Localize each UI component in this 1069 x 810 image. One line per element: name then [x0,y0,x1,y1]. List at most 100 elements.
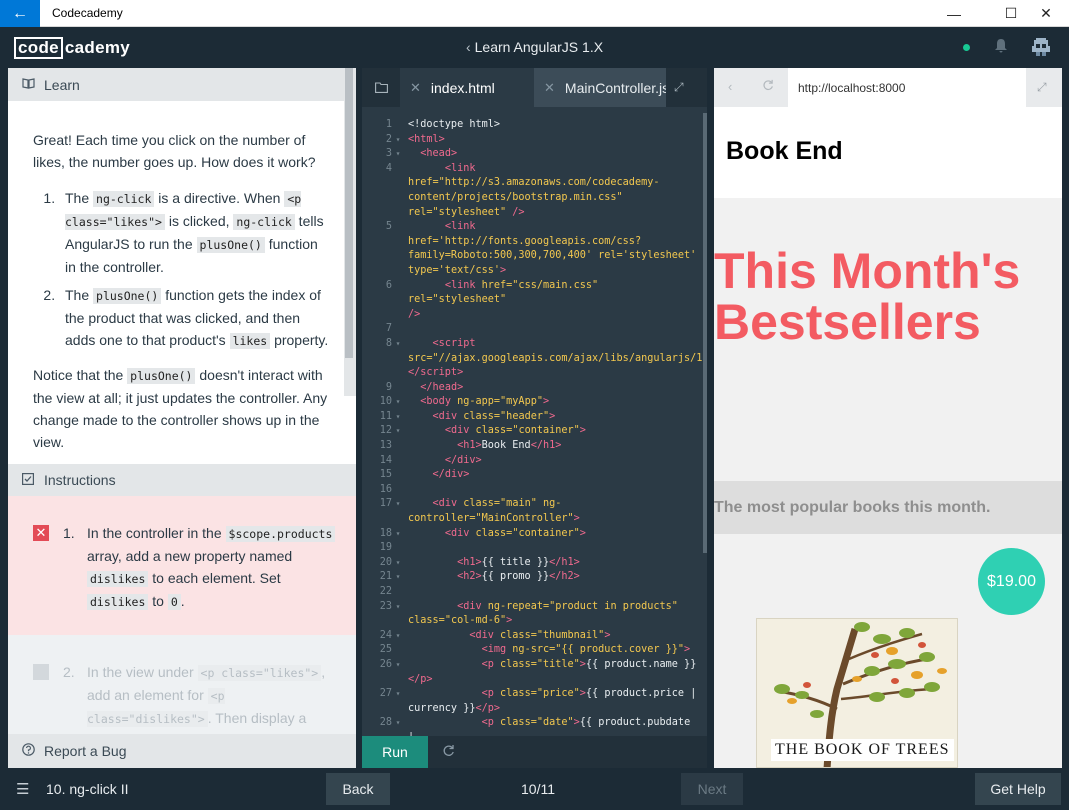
fold-arrow-icon[interactable]: ▾ [392,658,404,687]
fold-arrow-icon[interactable]: ▾ [392,497,404,526]
fold-arrow-icon[interactable]: ▾ [392,424,404,439]
code-line[interactable]: 4 <link href="http://s3.amazonaws.com/co… [362,162,707,220]
back-button[interactable]: Back [326,773,390,805]
line-number: 18 [379,527,392,539]
code-line[interactable]: 25 <img ng-src="{{ product.cover }}"> [362,643,707,658]
code-line[interactable]: 14 </div> [362,454,707,469]
code-text: <div class="thumbnail"> [469,629,611,641]
code-line[interactable]: 16 [362,483,707,498]
browser-reload-icon[interactable] [762,79,774,94]
fold-arrow-icon[interactable]: ▾ [392,147,404,162]
code-line[interactable]: 22 [362,585,707,600]
close-tab-icon[interactable]: ✕ [410,80,421,96]
learn-section-header[interactable]: Learn [8,68,356,101]
code-line[interactable]: 26 ▾ <p class="title">{{ product.name }} … [362,658,707,687]
lesson-title[interactable]: 10. ng-click II [46,781,128,797]
editor-runbar: Run [362,736,707,768]
code-line[interactable]: 27 ▾ <p class="price">{{ product.price | … [362,687,707,716]
report-bug-button[interactable]: Report a Bug [8,734,356,768]
code-line[interactable]: 10 ▾ <body ng-app="myApp"> [362,395,707,410]
browser-urlbar: ‹ http://localhost:8000 ⤢ [714,68,1062,107]
get-help-button[interactable]: Get Help [975,773,1061,805]
fold-arrow-icon[interactable]: ▾ [392,337,404,381]
window-title: Codecademy [52,6,123,20]
code-line[interactable]: 5 <link href='http://fonts.googleapis.co… [362,220,707,278]
line-number: 8 [385,337,392,349]
run-button[interactable]: Run [362,736,428,768]
code-line[interactable]: 1 <!doctype html> [362,118,707,133]
code-text: <div class="main" ng- controller="MainCo… [408,498,580,525]
folder-icon[interactable] [362,68,400,107]
code-line[interactable]: 9 </head> [362,381,707,396]
fold-arrow-icon[interactable]: ▾ [392,600,404,629]
code-line[interactable]: 13 <h1>Book End</h1> [362,439,707,454]
browser-back-icon[interactable]: ‹ [728,79,732,94]
fold-arrow-icon[interactable]: ▾ [392,527,404,542]
code-line[interactable]: 8 ▾ <script src="//ajax.googleapis.com/aj… [362,337,707,381]
price-badge: $19.00 [978,548,1045,615]
fold-arrow-icon [392,220,404,278]
learn-notice: Notice that the plusOne() doesn't intera… [33,367,328,450]
code-line[interactable]: 21 ▾ <h2>{{ promo }}</h2> [362,570,707,585]
code-line[interactable]: 12 ▾ <div class="container"> [362,424,707,439]
instructions-section-header[interactable]: Instructions [8,464,356,496]
next-button[interactable]: Next [681,773,743,805]
close-tab-icon[interactable]: ✕ [544,80,555,96]
window-titlebar: ← Codecademy — ☐ ✕ [0,0,1069,27]
task-failed-icon: ✕ [33,525,49,541]
fold-arrow-icon[interactable]: ▾ [392,687,404,716]
fold-arrow-icon[interactable]: ▾ [392,410,404,425]
learn-heading: Learn [44,76,80,93]
expand-icon[interactable]: ⤢ [1037,80,1047,95]
code-line[interactable]: 23 ▾ <div ng-repeat="product in products"… [362,600,707,629]
editor-scrollbar[interactable] [703,113,707,553]
fold-arrow-icon [392,118,404,133]
line-number: 6 [385,279,392,291]
minimize-button[interactable]: — [931,0,977,27]
book-cover: THE BOOK OF TREES [756,618,958,768]
code-line[interactable]: 24 ▾ <div class="thumbnail"> [362,629,707,644]
fold-arrow-icon[interactable]: ▾ [392,556,404,571]
code-line[interactable]: 19 [362,541,707,556]
code-text: <h2>{{ promo }}</h2> [457,571,580,583]
code-text: <h1>Book End</h1> [457,440,562,452]
fold-arrow-icon[interactable]: ▾ [392,133,404,148]
hamburger-menu-icon[interactable]: ☰ [16,780,29,798]
fold-arrow-icon [392,585,404,600]
avatar[interactable] [1032,38,1050,56]
code-line[interactable]: 7 [362,322,707,337]
code-text: <link href="http://s3.amazonaws.com/code… [408,162,660,218]
instructions-scrollbar[interactable] [345,68,353,358]
book-icon [22,77,36,92]
window-back-button[interactable]: ← [0,0,40,27]
code-snippet: ng-click [233,214,295,230]
fold-arrow-icon[interactable]: ▾ [392,395,404,410]
code-line[interactable]: 11 ▾ <div class="header"> [362,410,707,425]
expand-icon[interactable]: ⤢ [674,80,684,95]
code-line[interactable]: 18 ▾ <div class="container"> [362,527,707,542]
code-line[interactable]: 20 ▾ <h1>{{ title }}</h1> [362,556,707,571]
code-line[interactable]: 6 <link href="css/main.css" rel="stylesh… [362,279,707,323]
fold-arrow-icon[interactable]: ▾ [392,629,404,644]
tab-maincontroller-js[interactable]: ✕ MainController.js [534,68,666,107]
line-number: 4 [385,162,392,174]
code-text: <head> [420,148,458,160]
close-button[interactable]: ✕ [1023,0,1069,27]
tab-index-html[interactable]: ✕ index.html [400,68,534,107]
learn-point: The plusOne() function gets the index of… [59,284,332,352]
fold-arrow-icon[interactable]: ▾ [392,570,404,585]
code-area[interactable]: 1 <!doctype html> 2 ▾ <html> 3 ▾ <head> 4 <link… [362,118,707,768]
tab-label: index.html [430,79,495,96]
course-title[interactable]: ‹ Learn AngularJS 1.X [0,39,1069,55]
code-snippet: dislikes [87,571,149,587]
line-number: 13 [379,440,392,452]
url-field[interactable]: http://localhost:8000 [788,68,1026,107]
lesson-footer: ☰ 10. ng-click II Back 10/11 Next Get He… [0,768,1069,810]
bell-icon[interactable] [994,38,1008,57]
code-line[interactable]: 3 ▾ <head> [362,147,707,162]
code-line[interactable]: 15 </div> [362,468,707,483]
reset-icon[interactable] [442,744,455,760]
code-line[interactable]: 17 ▾ <div class="main" ng- controller="Ma… [362,497,707,526]
code-line[interactable]: 2 ▾ <html> [362,133,707,148]
